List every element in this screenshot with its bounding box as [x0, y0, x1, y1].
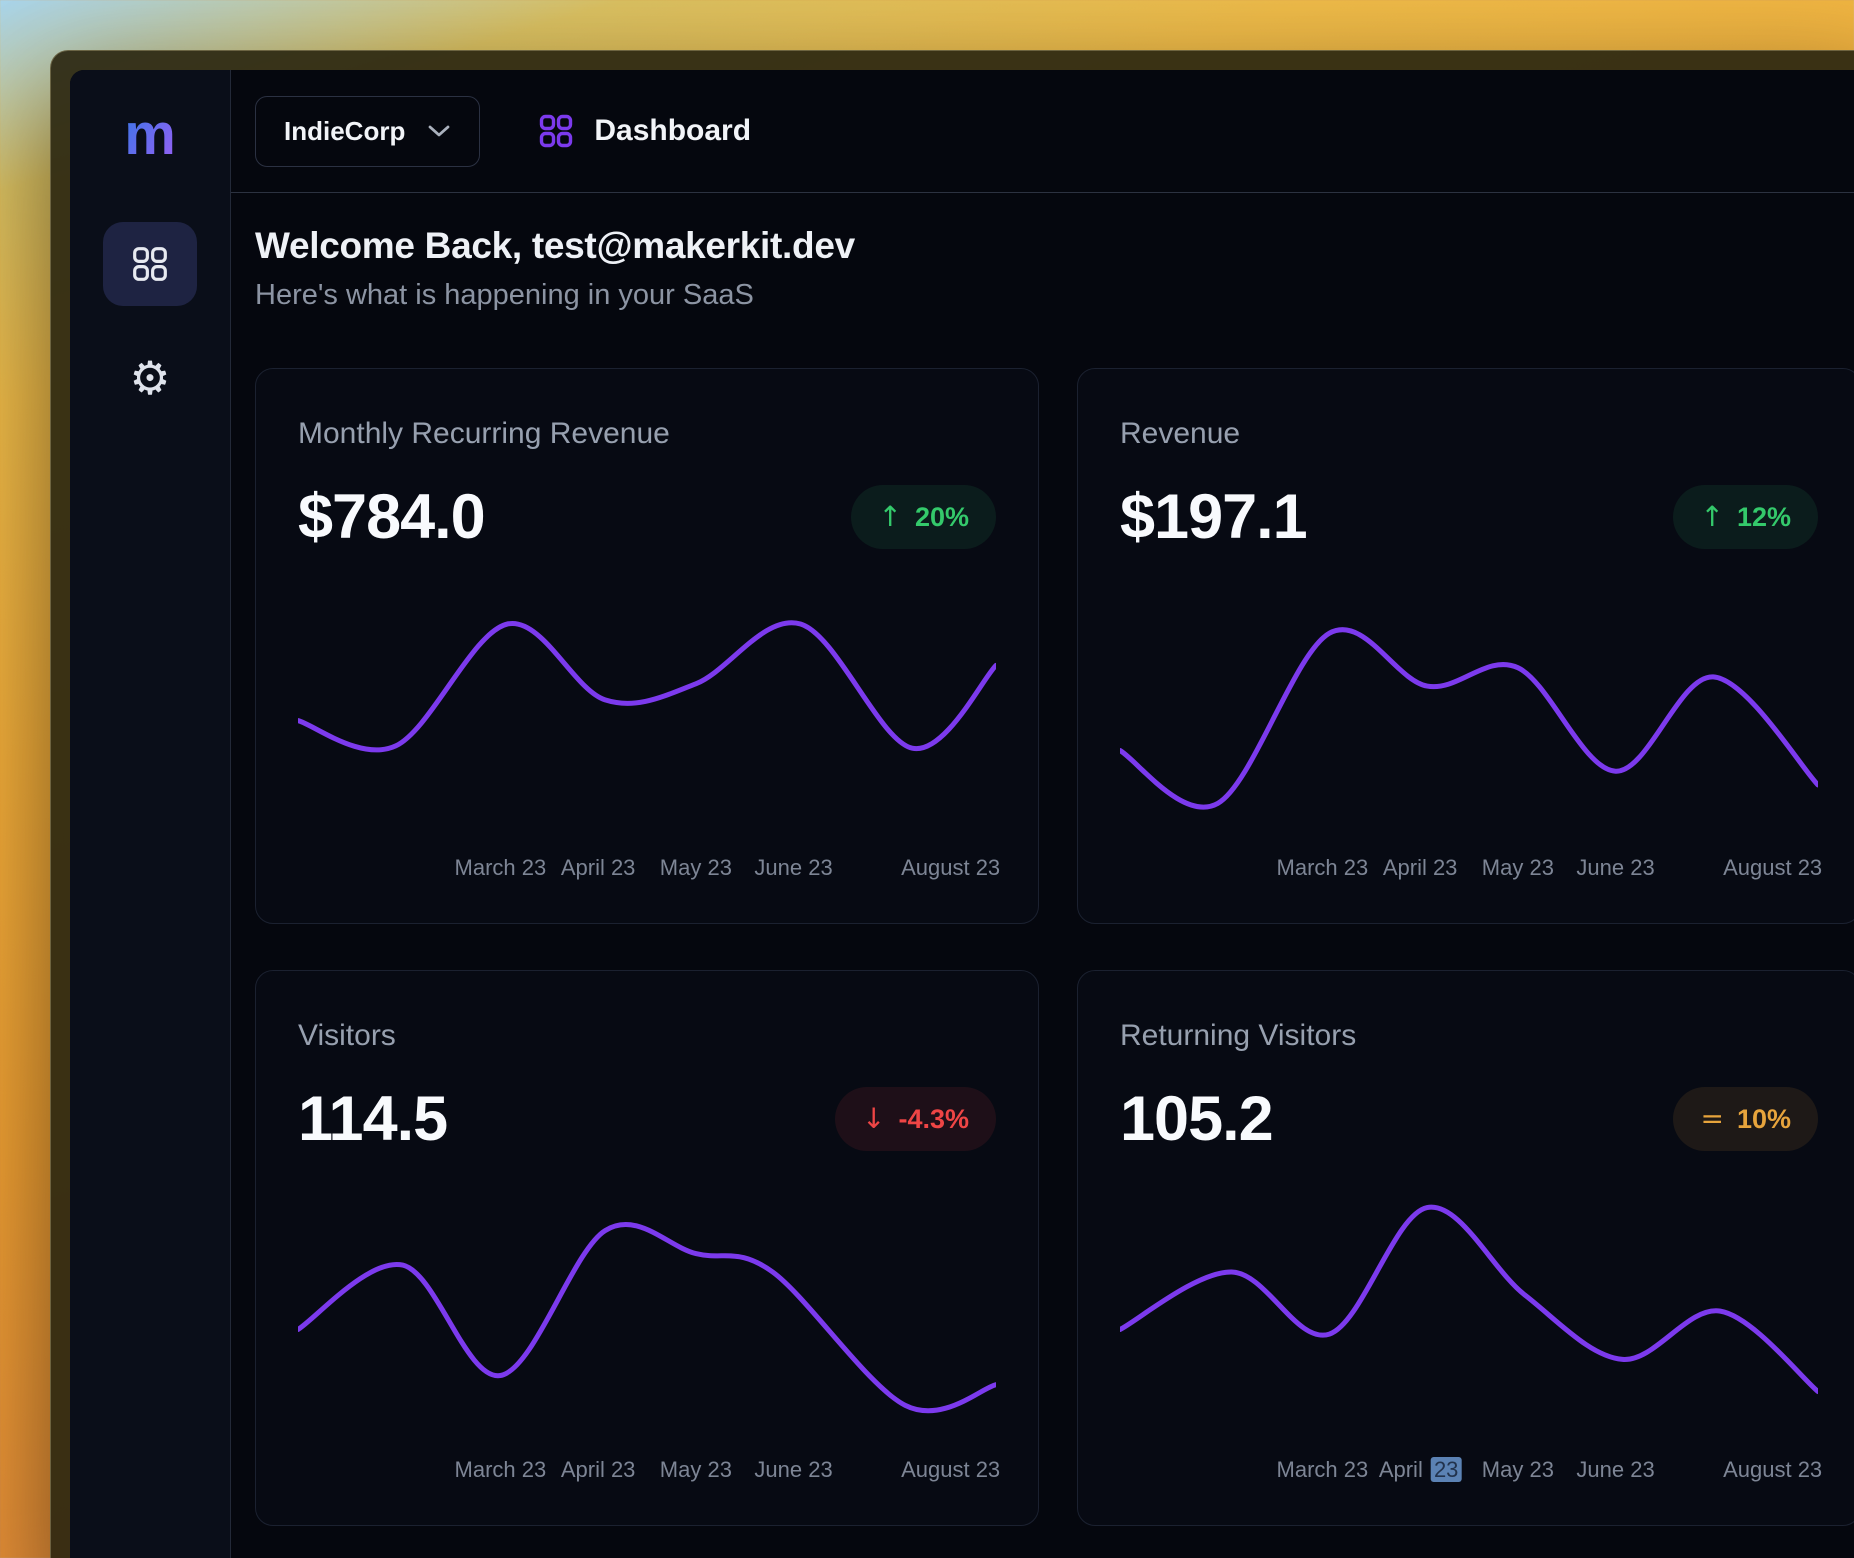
- line-chart: [1120, 591, 1818, 841]
- stats-grid: Monthly Recurring Revenue $784.0 ↑ 20% M…: [255, 368, 1854, 1526]
- x-axis: March 23April 23May 23June 23August 23: [298, 855, 996, 885]
- selected-text-highlight: 23: [1431, 1457, 1461, 1482]
- workspace-selector[interactable]: IndieCorp: [255, 96, 480, 167]
- x-axis-label: April 23: [561, 1457, 636, 1483]
- trend-badge: ↓ -4.3%: [835, 1087, 996, 1151]
- trend-down-icon: ↓: [862, 1105, 885, 1133]
- workspace-name: IndieCorp: [284, 116, 405, 147]
- trend-flat-icon: =: [1700, 1105, 1723, 1133]
- x-axis: March 23April 23May 23June 23August 23: [298, 1457, 996, 1487]
- trend-badge: ↑ 12%: [1673, 485, 1818, 549]
- x-axis-label: June 23: [1576, 1457, 1654, 1483]
- x-axis-label: August 23: [1723, 855, 1822, 881]
- trend-badge: = 10%: [1673, 1087, 1818, 1151]
- app-content: m ⚙ IndieCorp: [70, 70, 1854, 1558]
- chevron-down-icon: [427, 124, 451, 138]
- x-axis-label: August 23: [1723, 1457, 1822, 1483]
- trend-label: 10%: [1737, 1104, 1791, 1135]
- x-axis-label: March 23: [1277, 855, 1369, 881]
- grid-icon: [131, 245, 169, 283]
- x-axis-label: May 23: [660, 1457, 732, 1483]
- main-area: IndieCorp Dashboard Welcome Back, test@m…: [231, 70, 1854, 1558]
- card-value: 105.2: [1120, 1083, 1273, 1155]
- x-axis-label: March 23: [1277, 1457, 1369, 1483]
- trend-up-icon: ↑: [878, 503, 901, 531]
- gear-icon: ⚙: [129, 355, 170, 401]
- line-chart: [1120, 1193, 1818, 1443]
- sidebar-nav: ⚙: [103, 222, 197, 420]
- sidebar-item-dashboard[interactable]: [103, 222, 197, 306]
- x-axis-label: April 23: [561, 855, 636, 881]
- app-window: m ⚙ IndieCorp: [50, 50, 1854, 1558]
- x-axis-label: May 23: [660, 855, 732, 881]
- x-axis: March 23April 23May 23June 23August 23: [1120, 1457, 1818, 1487]
- welcome-heading: Welcome Back, test@makerkit.dev: [255, 225, 1854, 267]
- topbar: IndieCorp Dashboard: [231, 70, 1854, 193]
- page-header: Dashboard: [538, 113, 751, 149]
- card-returning-visitors: Returning Visitors 105.2 = 10% March 23 A…: [1077, 970, 1854, 1526]
- x-axis-label: March 23: [455, 855, 547, 881]
- x-axis-label: August 23: [901, 1457, 1000, 1483]
- x-axis-label: April 23: [1379, 1457, 1462, 1483]
- trend-up-icon: ↑: [1700, 503, 1723, 531]
- card-title: Monthly Recurring Revenue: [298, 417, 996, 451]
- card-title: Visitors: [298, 1019, 996, 1053]
- welcome-subtitle: Here's what is happening in your SaaS: [255, 279, 1854, 312]
- line-chart: [298, 591, 996, 841]
- card-revenue: Revenue $197.1 ↑ 12% March 23 April 23 May…: [1077, 368, 1854, 924]
- trend-label: 20%: [915, 502, 969, 533]
- card-title: Revenue: [1120, 417, 1818, 451]
- dashboard-grid-icon: [538, 113, 574, 149]
- x-axis-label: June 23: [754, 1457, 832, 1483]
- makerkit-logo: m: [124, 106, 176, 164]
- card-visitors: Visitors 114.5 ↓ -4.3% March 23 April 23 M…: [255, 970, 1039, 1526]
- page-title: Dashboard: [594, 114, 751, 148]
- card-value: $784.0: [298, 481, 485, 553]
- x-axis-label: April 23: [1383, 855, 1458, 881]
- x-axis-label: March 23: [455, 1457, 547, 1483]
- card-monthly-recurring-revenue: Monthly Recurring Revenue $784.0 ↑ 20% M…: [255, 368, 1039, 924]
- x-axis-label: May 23: [1482, 855, 1554, 881]
- card-value: $197.1: [1120, 481, 1307, 553]
- card-title: Returning Visitors: [1120, 1019, 1818, 1053]
- trend-badge: ↑ 20%: [851, 485, 996, 549]
- x-axis-label: May 23: [1482, 1457, 1554, 1483]
- x-axis: March 23April 23May 23June 23August 23: [1120, 855, 1818, 885]
- x-axis-label: August 23: [901, 855, 1000, 881]
- trend-label: -4.3%: [898, 1104, 969, 1135]
- dashboard-content: Welcome Back, test@makerkit.dev Here's w…: [231, 193, 1854, 1526]
- sidebar: m ⚙: [70, 70, 231, 1558]
- x-axis-label: June 23: [1576, 855, 1654, 881]
- card-value: 114.5: [298, 1083, 447, 1155]
- x-axis-label: June 23: [754, 855, 832, 881]
- trend-label: 12%: [1737, 502, 1791, 533]
- line-chart: [298, 1193, 996, 1443]
- sidebar-item-settings[interactable]: ⚙: [103, 336, 197, 420]
